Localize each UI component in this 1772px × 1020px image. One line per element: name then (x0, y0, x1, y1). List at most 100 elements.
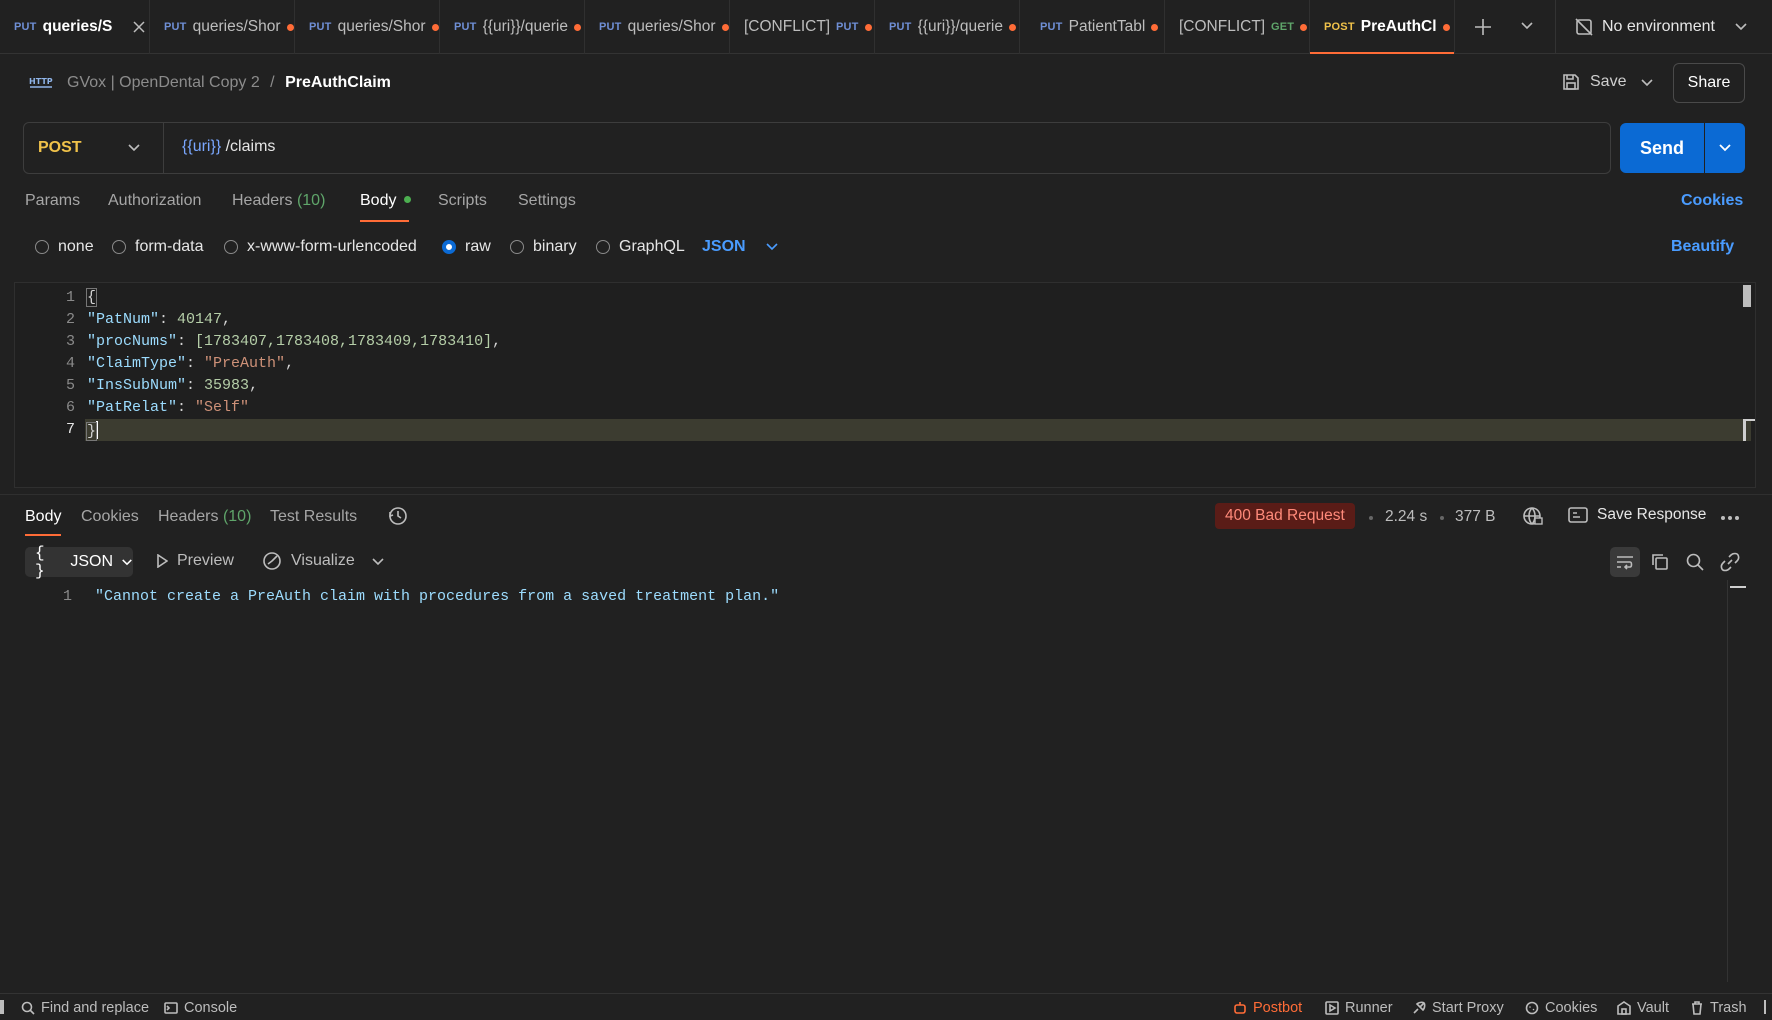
radio-label: x-www-form-urlencoded (247, 238, 417, 255)
request-tab[interactable]: PUT queries/Shor (585, 0, 730, 54)
radio-graphql[interactable]: GraphQL (596, 238, 685, 256)
response-tab-tests[interactable]: Test Results (270, 508, 357, 526)
history-icon[interactable] (387, 505, 409, 527)
method-select[interactable]: POST (24, 123, 164, 173)
svg-text:HTTP: HTTP (29, 77, 53, 86)
share-button[interactable]: Share (1673, 63, 1745, 103)
line-number: 2 (65, 311, 75, 328)
chevron-down-icon[interactable] (371, 557, 385, 567)
chevron-down-icon[interactable] (1520, 21, 1534, 31)
tab-scripts[interactable]: Scripts (438, 192, 487, 210)
unsaved-dot (573, 23, 581, 31)
response-tab-body[interactable]: Body (25, 508, 61, 526)
radio-circle-selected (442, 240, 456, 254)
search-icon[interactable] (1685, 552, 1705, 572)
wrap-icon[interactable] (1610, 547, 1640, 577)
save-button[interactable]: Save (1561, 72, 1626, 92)
separator-dot (1369, 516, 1373, 520)
find-replace-button[interactable]: Find and replace (21, 1000, 149, 1016)
json-value: "PreAuth" (204, 355, 286, 372)
environment-selector[interactable]: No environment (1555, 0, 1772, 54)
breadcrumb-workspace[interactable]: GVox | OpenDental Copy 2 (67, 74, 260, 91)
visualize-button[interactable]: Visualize (262, 551, 355, 571)
status-badge[interactable]: 400 Bad Request (1215, 503, 1355, 529)
save-response-label: Save Response (1597, 506, 1707, 523)
tab-method: PUT (164, 21, 187, 33)
tab-settings[interactable]: Settings (518, 192, 576, 210)
save-icon (1561, 72, 1581, 92)
editor-minimap-cursor (1743, 419, 1755, 441)
response-size[interactable]: 377 B (1455, 508, 1496, 526)
json-value: "Self" (195, 399, 250, 416)
plus-icon[interactable] (1474, 18, 1492, 36)
response-scroll-thumb[interactable] (1730, 586, 1746, 588)
radio-none[interactable]: none (35, 238, 94, 256)
console-button[interactable]: Console (164, 1000, 237, 1016)
runner-button[interactable]: Runner (1325, 1000, 1393, 1016)
beautify-button[interactable]: Beautify (1671, 238, 1734, 256)
cookies-button[interactable]: Cookies (1525, 1000, 1597, 1016)
request-tab-active[interactable]: POST PreAuthClai (1310, 0, 1455, 54)
postbot-button[interactable]: Postbot (1233, 1000, 1302, 1016)
postbot-icon (1233, 1001, 1247, 1015)
preview-button[interactable]: Preview (156, 552, 234, 570)
line-number: 1 (65, 289, 75, 306)
language-select[interactable]: JSON (702, 238, 779, 256)
send-button[interactable]: Send (1620, 123, 1704, 173)
response-format-select[interactable]: { } JSON (25, 544, 133, 580)
radio-label: none (58, 238, 94, 255)
cookie-icon (1525, 1001, 1539, 1015)
radio-form-data[interactable]: form-data (112, 238, 203, 256)
request-tab[interactable]: PUT {{uri}}/querie (875, 0, 1020, 54)
request-tab[interactable]: PUT {{uri}}/querie (440, 0, 585, 54)
copy-icon[interactable] (1650, 552, 1670, 572)
response-tab-cookies[interactable]: Cookies (81, 508, 139, 526)
layout-toggle-icon[interactable] (1764, 1000, 1772, 1014)
tab-authorization[interactable]: Authorization (108, 192, 201, 210)
request-tab[interactable]: [CONFLICT] GET (1165, 0, 1310, 54)
body-editor[interactable]: 1 2 3 4 5 6 7 { "PatNum": 40147, "procNu… (14, 282, 1756, 488)
globe-icon[interactable] (1522, 505, 1544, 527)
radio-circle (112, 240, 126, 254)
link-icon[interactable] (1720, 552, 1740, 572)
editor-scrollbar-thumb[interactable] (1743, 285, 1751, 307)
tab-body[interactable]: Body (360, 192, 411, 210)
tab-method: PUT (14, 21, 37, 33)
tab-params[interactable]: Params (25, 192, 80, 210)
radio-binary[interactable]: binary (510, 238, 577, 256)
request-title[interactable]: PreAuthClaim (285, 74, 391, 91)
vault-label: Vault (1637, 1000, 1669, 1016)
radio-raw[interactable]: raw (442, 238, 491, 256)
response-tab-headers[interactable]: Headers (10) (158, 508, 251, 526)
vault-button[interactable]: Vault (1617, 1000, 1669, 1016)
line-number: 5 (65, 377, 75, 394)
request-tab[interactable]: PUT queries/Sh (0, 0, 150, 54)
send-options-button[interactable] (1705, 123, 1745, 173)
chevron-down-icon[interactable] (1640, 78, 1654, 88)
save-response-button[interactable]: Save Response (1568, 506, 1706, 524)
sidebar-toggle-edge[interactable] (0, 1000, 4, 1014)
radio-urlencoded[interactable]: x-www-form-urlencoded (224, 238, 417, 256)
close-icon[interactable] (133, 21, 145, 33)
request-tab[interactable]: [CONFLICT] PUT (730, 0, 875, 54)
unsaved-dot (864, 23, 872, 31)
tab-headers[interactable]: Headers (10) (232, 192, 325, 210)
request-tab[interactable]: PUT queries/Shor (150, 0, 295, 54)
chevron-down-icon (765, 242, 779, 252)
response-time[interactable]: 2.24 s (1385, 508, 1427, 526)
more-icon[interactable] (1720, 515, 1740, 521)
start-proxy-button[interactable]: Start Proxy (1412, 1000, 1504, 1016)
request-tab[interactable]: PUT PatientTabl (1020, 0, 1165, 54)
json-key: "InsSubNum" (87, 377, 187, 394)
trash-button[interactable]: Trash (1690, 1000, 1747, 1016)
vault-icon (1617, 1001, 1631, 1015)
url-input[interactable]: {{uri}} /claims (182, 138, 275, 156)
unsaved-dot (1300, 23, 1308, 31)
trash-label: Trash (1710, 1000, 1747, 1016)
json-key: "PatRelat" (87, 399, 178, 416)
cookies-link[interactable]: Cookies (1681, 192, 1743, 210)
json-value: 35983 (204, 377, 250, 394)
code-line: "ClaimType": "PreAuth", (87, 355, 295, 372)
line-number: 1 (62, 588, 72, 605)
request-tab[interactable]: PUT queries/Shor (295, 0, 440, 54)
